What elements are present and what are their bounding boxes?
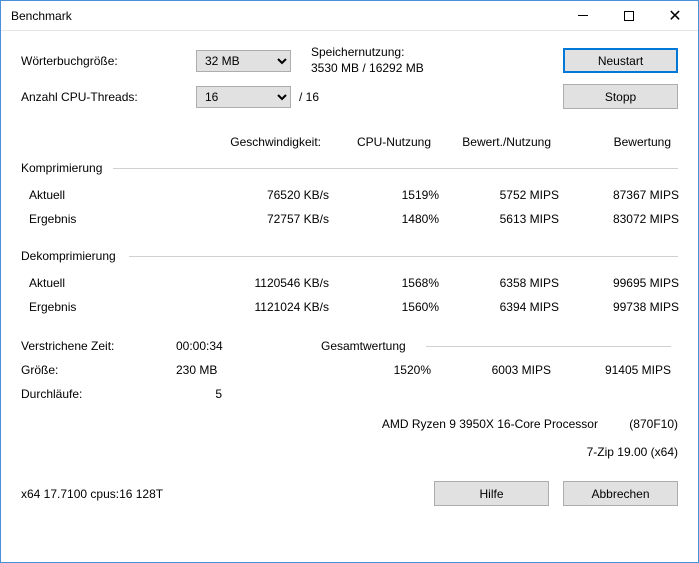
compress-group-title: Komprimierung [21,161,678,175]
threads-max: / 16 [299,90,319,104]
cancel-button[interactable]: Abbrechen [563,481,678,506]
cpu-name: AMD Ryzen 9 3950X 16-Core Processor [382,417,598,431]
compress-result-row: Ergebnis 72757 KB/s 1480% 5613 MIPS 8307… [21,207,678,231]
elapsed-label: Verstrichene Zeit: [21,339,176,353]
row-ratio: 5613 MIPS [439,212,559,226]
row-cpu: 1560% [329,300,439,314]
row-speed: 76520 KB/s [209,188,329,202]
header-rating: Bewertung [551,135,671,149]
minimize-icon [578,15,588,16]
passes-value: 5 [176,387,276,401]
row-speed: 1121024 KB/s [209,300,329,314]
stop-button[interactable]: Stopp [563,84,678,109]
row-ratio: 5752 MIPS [439,188,559,202]
decompress-result-row: Ergebnis 1121024 KB/s 1560% 6394 MIPS 99… [21,295,678,319]
cpu-id: (870F10) [629,417,678,431]
memory-usage: Speichernutzung: 3530 MB / 16292 MB [311,45,541,76]
row-speed: 72757 KB/s [209,212,329,226]
row-label: Ergebnis [29,212,209,226]
overall-cpu: 1520% [321,363,431,377]
row-cpu: 1480% [329,212,439,226]
close-button[interactable]: ✕ [652,1,698,31]
titlebar: Benchmark ✕ [1,1,698,31]
row-cpu: 1568% [329,276,439,290]
row-ratio: 6394 MIPS [439,300,559,314]
memory-usage-label: Speichernutzung: [311,45,541,61]
header-speed: Geschwindigkeit: [201,135,321,149]
restart-button[interactable]: Neustart [563,48,678,73]
row-rating: 99695 MIPS [559,276,679,290]
window-title: Benchmark [11,9,560,23]
row-rating: 99738 MIPS [559,300,679,314]
overall-rating: 91405 MIPS [551,363,671,377]
overall-ratio: 6003 MIPS [431,363,551,377]
build-info: x64 17.7100 cpus:16 128T [21,487,420,501]
threads-label: Anzahl CPU-Threads: [21,90,196,104]
size-label: Größe: [21,363,176,377]
row-label: Aktuell [29,188,209,202]
maximize-icon [624,11,634,21]
size-value: 230 MB [176,363,276,377]
cpu-info: AMD Ryzen 9 3950X 16-Core Processor (870… [21,417,678,431]
row-rating: 83072 MIPS [559,212,679,226]
compress-current-row: Aktuell 76520 KB/s 1519% 5752 MIPS 87367… [21,183,678,207]
app-version: 7-Zip 19.00 (x64) [21,445,678,459]
passes-label: Durchläufe: [21,387,176,401]
dict-size-label: Wörterbuchgröße: [21,54,196,68]
row-cpu: 1519% [329,188,439,202]
help-button[interactable]: Hilfe [434,481,549,506]
column-headers: Geschwindigkeit: CPU-Nutzung Bewert./Nut… [21,135,678,149]
header-ratio: Bewert./Nutzung [431,135,551,149]
decompress-current-row: Aktuell 1120546 KB/s 1568% 6358 MIPS 996… [21,271,678,295]
memory-usage-value: 3530 MB / 16292 MB [311,61,541,77]
overall-group-title: Gesamtwertung [321,339,671,353]
maximize-button[interactable] [606,1,652,31]
row-speed: 1120546 KB/s [209,276,329,290]
footer-grid: Verstrichene Zeit: 00:00:34 Gesamtwertun… [21,339,678,401]
row-label: Aktuell [29,276,209,290]
content-area: Wörterbuchgröße: 32 MB Speichernutzung: … [1,31,698,562]
close-icon: ✕ [668,6,681,26]
dict-size-select[interactable]: 32 MB [196,50,291,72]
header-cpu: CPU-Nutzung [321,135,431,149]
row-label: Ergebnis [29,300,209,314]
threads-select[interactable]: 16 [196,86,291,108]
minimize-button[interactable] [560,1,606,31]
decompress-group-title: Dekomprimierung [21,249,678,263]
elapsed-value: 00:00:34 [176,339,276,353]
row-ratio: 6358 MIPS [439,276,559,290]
row-rating: 87367 MIPS [559,188,679,202]
